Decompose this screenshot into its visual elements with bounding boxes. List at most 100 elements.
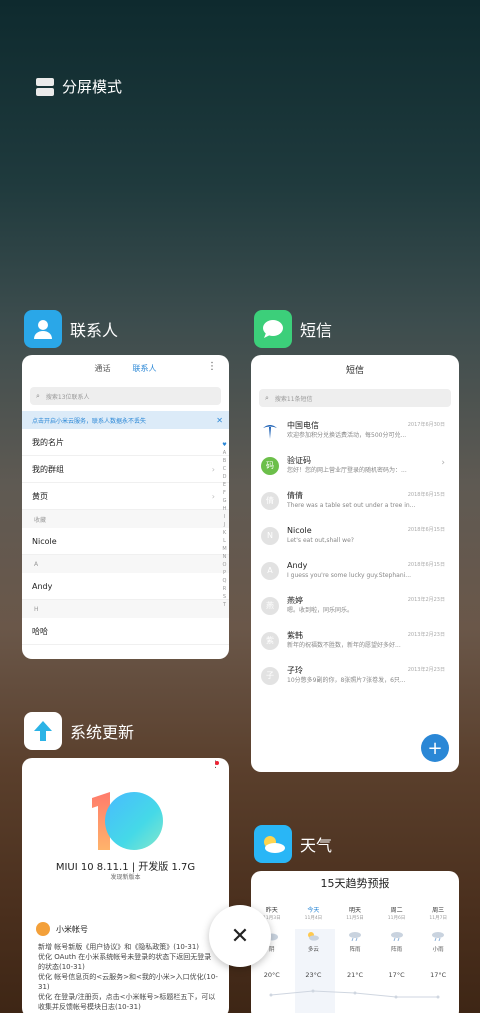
- alphabet-letter[interactable]: L: [221, 537, 228, 545]
- messages-search-input[interactable]: ⌕ 搜索11条短信: [259, 389, 451, 407]
- day-label: 今天: [307, 907, 320, 914]
- alphabet-letter[interactable]: A: [221, 449, 228, 457]
- tab-contacts[interactable]: 联系人: [133, 363, 157, 374]
- alphabet-letter[interactable]: M: [221, 545, 228, 553]
- contacts-list: 我的名片 我的群组 › 黄页 › 收藏 Nicole A Andy H 哈哈: [22, 429, 229, 645]
- forecast-day: 明天 11月5日 阵雨 21°C: [335, 905, 375, 979]
- day-date: 11月4日: [304, 916, 323, 921]
- alphabet-letter[interactable]: Q: [221, 577, 228, 585]
- alphabet-letter[interactable]: K: [221, 529, 228, 537]
- avatar: A: [261, 561, 279, 580]
- clear-all-button[interactable]: ✕: [209, 905, 271, 967]
- thread-date: 2018年6月15日: [407, 527, 445, 533]
- section-header: A: [22, 555, 229, 573]
- forecast-day: 周三 11月7日 小雨 17°C: [418, 905, 458, 979]
- alphabet-letter[interactable]: P: [221, 569, 228, 577]
- message-thread[interactable]: 紫紫韩 新年的祝福数不胜数，新年的愿望好多好... 2013年2月23日: [251, 623, 459, 658]
- forecast-day: 周二 11月6日 阵雨 17°C: [377, 905, 417, 979]
- message-thread[interactable]: 燕燕婷 嗯。收到啦，同乐同乐。 2013年2月23日: [251, 588, 459, 623]
- more-icon[interactable]: ⋮: [207, 361, 217, 372]
- day-temperature: 23°C: [305, 971, 322, 979]
- avatar: 紫: [261, 631, 279, 650]
- avatar: 子: [261, 666, 279, 685]
- alphabet-letter[interactable]: B: [221, 457, 228, 465]
- alphabet-letter[interactable]: F: [221, 489, 228, 497]
- thread-preview: 您好！您的网上营业厅登录的随机密码为：...: [287, 467, 407, 474]
- split-screen-icon: [36, 77, 54, 96]
- chevron-right-icon: ›: [211, 491, 215, 501]
- alphabet-letter[interactable]: O: [221, 561, 228, 569]
- thread-name: 验证码: [287, 456, 311, 465]
- day-condition: 小雨: [432, 947, 444, 953]
- contact-item[interactable]: Andy: [22, 573, 229, 600]
- contact-item[interactable]: 哈哈: [22, 618, 229, 645]
- alphabet-letter[interactable]: E: [221, 481, 228, 489]
- message-thread[interactable]: 子子玲 10分憋多9副的你，8张照片7张卷发，6只... 2013年2月23日: [251, 658, 459, 693]
- thread-date: 2018年6月15日: [407, 562, 445, 568]
- temperature-trend-line: [269, 989, 440, 999]
- alphabet-letter[interactable]: ♥: [221, 441, 228, 449]
- alphabet-letter[interactable]: N: [221, 553, 228, 561]
- alphabet-letter[interactable]: R: [221, 585, 228, 593]
- weather-app-icon: [254, 825, 292, 863]
- update-card[interactable]: ⋮ MIUI 10 8.11.1 | 开发版 1.7G 发现新版本 小米帐号 新…: [22, 758, 229, 1013]
- mi-account-icon: [36, 922, 50, 936]
- thread-date: 2017年6月30日: [407, 422, 445, 428]
- contact-item[interactable]: 我的名片: [22, 429, 229, 456]
- rain-icon: [418, 931, 458, 943]
- chevron-right-icon: ›: [441, 458, 445, 468]
- sun-cloud-icon: [293, 931, 333, 943]
- day-condition: 多云: [307, 947, 319, 953]
- contact-item[interactable]: Nicole: [22, 528, 229, 555]
- message-thread[interactable]: 码验证码 您好！您的网上营业厅登录的随机密码为：... ›: [251, 448, 459, 483]
- alphabet-letter[interactable]: J: [221, 521, 228, 529]
- alphabet-letter[interactable]: T: [221, 601, 228, 609]
- split-screen-button[interactable]: 分屏模式: [36, 76, 122, 97]
- account-label: 小米帐号: [56, 924, 88, 934]
- weather-app-name: 天气: [300, 836, 333, 855]
- contact-item-label: 黄页: [32, 491, 48, 501]
- message-thread[interactable]: 中国电信 欢迎参加积分兑换话费活动，每500分可兑... 2017年6月30日: [251, 413, 459, 448]
- contacts-app-header: 联系人: [24, 310, 118, 348]
- alphabet-index[interactable]: ♥ A B C D E F G H I J K L M N O P Q R S T: [221, 441, 228, 609]
- alphabet-letter[interactable]: G: [221, 497, 228, 505]
- avatar: N: [261, 526, 279, 545]
- contact-item[interactable]: 黄页 ›: [22, 483, 229, 510]
- cloud-banner[interactable]: 点击开启小米云服务，联系人数据永不丢失 ✕: [22, 411, 229, 429]
- rain-icon: [335, 931, 375, 943]
- day-condition: 阵雨: [391, 947, 403, 953]
- contact-item-label: 哈哈: [32, 626, 48, 636]
- update-app-icon: [24, 712, 62, 750]
- cloud-banner-text: 点击开启小米云服务，联系人数据永不丢失: [32, 417, 147, 425]
- day-label: 周三: [432, 907, 445, 914]
- day-temperature: 20°C: [263, 971, 280, 979]
- alphabet-letter[interactable]: C: [221, 465, 228, 473]
- alphabet-letter[interactable]: S: [221, 593, 228, 601]
- release-note: 新增 帐号新版《用户协议》和《隐私政策》(10-31): [38, 943, 200, 951]
- update-app-name: 系统更新: [70, 723, 135, 742]
- update-app-header: 系统更新: [24, 712, 134, 750]
- message-thread[interactable]: A Andy I guess you're some lucky guy.Steph…: [251, 553, 459, 588]
- contacts-card[interactable]: 通话 联系人 ⋮ ⌕ 搜索13位联系人 点击开启小米云服务，联系人数据永不丢失 …: [22, 355, 229, 659]
- messages-app-name: 短信: [300, 321, 333, 340]
- day-temperature: 17°C: [430, 971, 447, 979]
- contact-item[interactable]: 我的群组 ›: [22, 456, 229, 483]
- day-condition: 阵雨: [349, 947, 361, 953]
- contacts-search-input[interactable]: ⌕ 搜索13位联系人: [30, 387, 221, 405]
- new-message-button[interactable]: +: [421, 734, 449, 762]
- message-thread[interactable]: 倩倩倩 There was a table set out under a tre…: [251, 483, 459, 518]
- alphabet-letter[interactable]: H: [221, 505, 228, 513]
- thread-preview: 欢迎参加积分兑换话费活动，每500分可兑...: [287, 432, 407, 439]
- section-header: 收藏: [22, 510, 229, 528]
- contact-item-label: 我的名片: [32, 437, 64, 447]
- messages-card[interactable]: 短信 ⌕ 搜索11条短信 中国电信 欢迎参加积分兑换话费活动，每500分可兑...…: [251, 355, 459, 772]
- release-notes: 新增 帐号新版《用户协议》和《隐私政策》(10-31) 优化 OAuth 在小米…: [38, 942, 218, 1012]
- alphabet-letter[interactable]: D: [221, 473, 228, 481]
- tab-calls[interactable]: 通话: [95, 363, 111, 374]
- avatar: 燕: [261, 596, 279, 615]
- messages-title: 短信: [345, 365, 364, 376]
- weather-card[interactable]: 15天趋势预报 昨天 11月3日阴 20°C 今天 11月4日 多云 23°C 明天 11月5日…: [251, 871, 459, 1013]
- message-thread[interactable]: N Nicole Let's eat out,shall we? 2018年6月15日: [251, 518, 459, 553]
- close-icon[interactable]: ✕: [216, 416, 223, 425]
- alphabet-letter[interactable]: I: [221, 513, 228, 521]
